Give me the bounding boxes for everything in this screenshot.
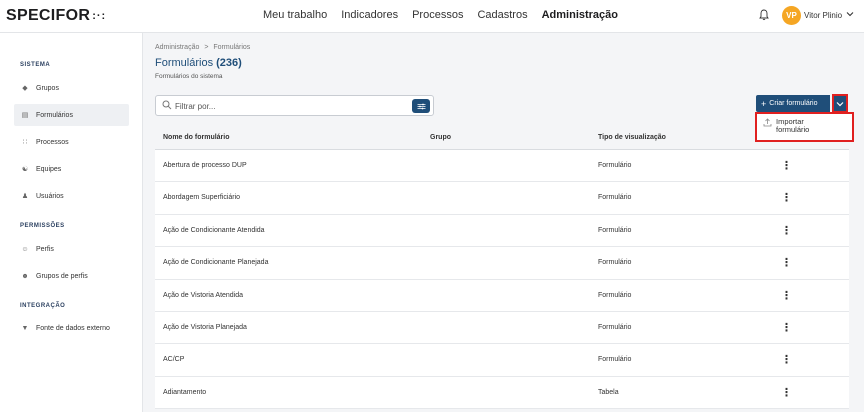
more-options-icon[interactable]: ⋮ — [781, 321, 792, 334]
sidebar-item-equipes[interactable]: ☯ Equipes — [14, 158, 129, 180]
section-title-sistema: SISTEMA — [20, 62, 51, 68]
create-options-toggle[interactable] — [832, 94, 848, 113]
clipboard-icon: ▤ — [21, 112, 29, 119]
cell-name: Ação de Condicionante Atendida — [163, 226, 265, 234]
sidebar-item-label: Formulários — [36, 111, 73, 119]
sliders-icon — [417, 103, 425, 109]
more-options-icon[interactable]: ⋮ — [781, 159, 792, 172]
cell-name: Ação de Condicionante Planejada — [163, 259, 269, 267]
avatar[interactable]: VP — [782, 6, 801, 25]
cell-view-type: Formulário — [598, 291, 632, 299]
tag-icon: ◆ — [22, 85, 28, 92]
search-input[interactable] — [175, 99, 375, 113]
page-title-text: Formulários — [155, 57, 214, 69]
sidebar-item-fonte-de-dados[interactable]: ▼ Fonte de dados externo — [14, 317, 129, 339]
breadcrumb-formularios: Formulários — [213, 44, 251, 51]
sidebar-item-label: Perfis — [36, 245, 54, 253]
table-row[interactable]: Adiantamento Tabela ⋮ — [155, 376, 849, 410]
team-icon: ☯ — [21, 166, 29, 173]
more-options-icon[interactable]: ⋮ — [781, 386, 792, 399]
table-row[interactable]: Abertura de processo DUP Formulário ⋮ — [155, 150, 849, 183]
cell-view-type: Formulário — [598, 194, 632, 202]
search-box — [155, 95, 434, 116]
cell-view-type: Formulário — [598, 162, 632, 169]
sidebar-item-label: Processos — [36, 138, 69, 146]
sidebar-item-grupos-de-perfis[interactable]: ☻ Grupos de perfis — [14, 265, 129, 287]
chevron-down-icon — [836, 101, 844, 106]
sidebar-item-usuarios[interactable]: ♟ Usuários — [14, 185, 129, 207]
cell-view-type: Formulário — [598, 356, 632, 364]
cell-name: AC/CP — [163, 356, 185, 364]
filter-button[interactable] — [412, 99, 430, 113]
top-bar: SPECIFOR:·: Meu trabalho Indicadores Pro… — [0, 0, 864, 33]
nav-meu-trabalho[interactable]: Meu trabalho — [263, 9, 327, 21]
nav-administracao[interactable]: Administração — [542, 9, 618, 21]
breadcrumb-separator: > — [204, 44, 209, 51]
cell-name: Ação de Vistoria Planejada — [163, 323, 247, 331]
main-nav: Meu trabalho Indicadores Processos Cadas… — [263, 9, 618, 21]
nav-cadastros[interactable]: Cadastros — [477, 9, 527, 21]
sidebar-item-label: Grupos de perfis — [36, 272, 88, 280]
logo[interactable]: SPECIFOR:·: — [6, 7, 106, 25]
nav-indicadores[interactable]: Indicadores — [341, 9, 398, 21]
cell-name: Abordagem Superficiário — [163, 194, 241, 202]
page-subtitle: Formulários do sistema — [155, 73, 223, 80]
plus-icon: + — [761, 98, 767, 109]
logo-mark: :·: — [92, 10, 107, 22]
breadcrumb-administracao[interactable]: Administração — [155, 44, 199, 51]
profile-group-icon: ☻ — [21, 272, 29, 280]
sidebar-item-label: Fonte de dados externo — [36, 324, 110, 332]
bell-icon[interactable] — [759, 9, 769, 21]
section-title-integracao: INTEGRAÇÃO — [20, 303, 66, 309]
more-options-icon[interactable]: ⋮ — [781, 289, 792, 302]
cell-view-type: Formulário — [598, 259, 632, 267]
profile-icon: ☺ — [21, 245, 29, 253]
process-icon: ∷ — [22, 139, 28, 146]
table-row[interactable]: Ação de Vistoria Atendida Formulário ⋮ — [155, 279, 849, 312]
cell-view-type: Tabela — [598, 388, 619, 396]
table-row[interactable]: Abordagem Superficiário Formulário ⋮ — [155, 182, 849, 215]
page-title-count: (236) — [216, 57, 242, 69]
sidebar-item-processos[interactable]: ∷ Processos — [14, 131, 129, 153]
page-title: Formulários (236) — [155, 57, 242, 69]
more-options-icon[interactable]: ⋮ — [781, 353, 792, 366]
section-title-permissoes: PERMISSÕES — [20, 223, 65, 229]
cell-view-type: Formulário — [598, 226, 632, 234]
sidebar-item-label: Usuários — [36, 192, 64, 200]
sidebar-item-label: Equipes — [36, 165, 62, 173]
table-row[interactable]: Ação de Vistoria Planejada Formulário ⋮ — [155, 311, 849, 345]
table-header: Nome do formulário Grupo Tipo de visuali… — [155, 126, 849, 150]
logo-text: SPECIFOR — [6, 7, 91, 24]
nav-processos[interactable]: Processos — [412, 9, 463, 21]
create-form-button[interactable]: + Criar formulário — [756, 95, 830, 112]
table-row[interactable]: AC/CP Formulário ⋮ — [155, 344, 849, 377]
cell-name: Ação de Vistoria Atendida — [163, 291, 244, 299]
user-icon: ♟ — [21, 193, 29, 200]
cell-name: Abertura de processo DUP — [163, 162, 247, 169]
cell-name: Adiantamento — [163, 388, 207, 396]
column-header-view-type[interactable]: Tipo de visualização — [598, 134, 666, 141]
plug-icon: ▼ — [21, 324, 29, 332]
column-header-group[interactable]: Grupo — [430, 134, 451, 141]
user-name[interactable]: Vitor Plinio — [804, 11, 842, 20]
breadcrumb: Administração > Formulários — [155, 44, 250, 51]
search-icon — [162, 100, 172, 110]
sidebar-item-formularios[interactable]: ▤ Formulários — [14, 104, 129, 126]
forms-table: Nome do formulário Grupo Tipo de visuali… — [155, 126, 849, 410]
sidebar: SISTEMA ◆ Grupos ▤ Formulários ∷ Process… — [0, 33, 143, 412]
sidebar-item-perfis[interactable]: ☺ Perfis — [14, 238, 129, 260]
more-options-icon[interactable]: ⋮ — [781, 191, 792, 204]
table-row[interactable]: Ação de Condicionante Planejada Formulári… — [155, 247, 849, 280]
sidebar-item-label: Grupos — [36, 84, 59, 92]
sidebar-item-grupos[interactable]: ◆ Grupos — [14, 77, 129, 99]
chevron-down-icon[interactable] — [846, 10, 854, 18]
create-form-label: Criar formulário — [769, 100, 818, 107]
more-options-icon[interactable]: ⋮ — [781, 256, 792, 269]
more-options-icon[interactable]: ⋮ — [781, 224, 792, 237]
table-row[interactable]: Ação de Condicionante Atendida Formulário… — [155, 214, 849, 248]
column-header-name[interactable]: Nome do formulário — [163, 134, 230, 141]
cell-view-type: Formulário — [598, 323, 632, 331]
